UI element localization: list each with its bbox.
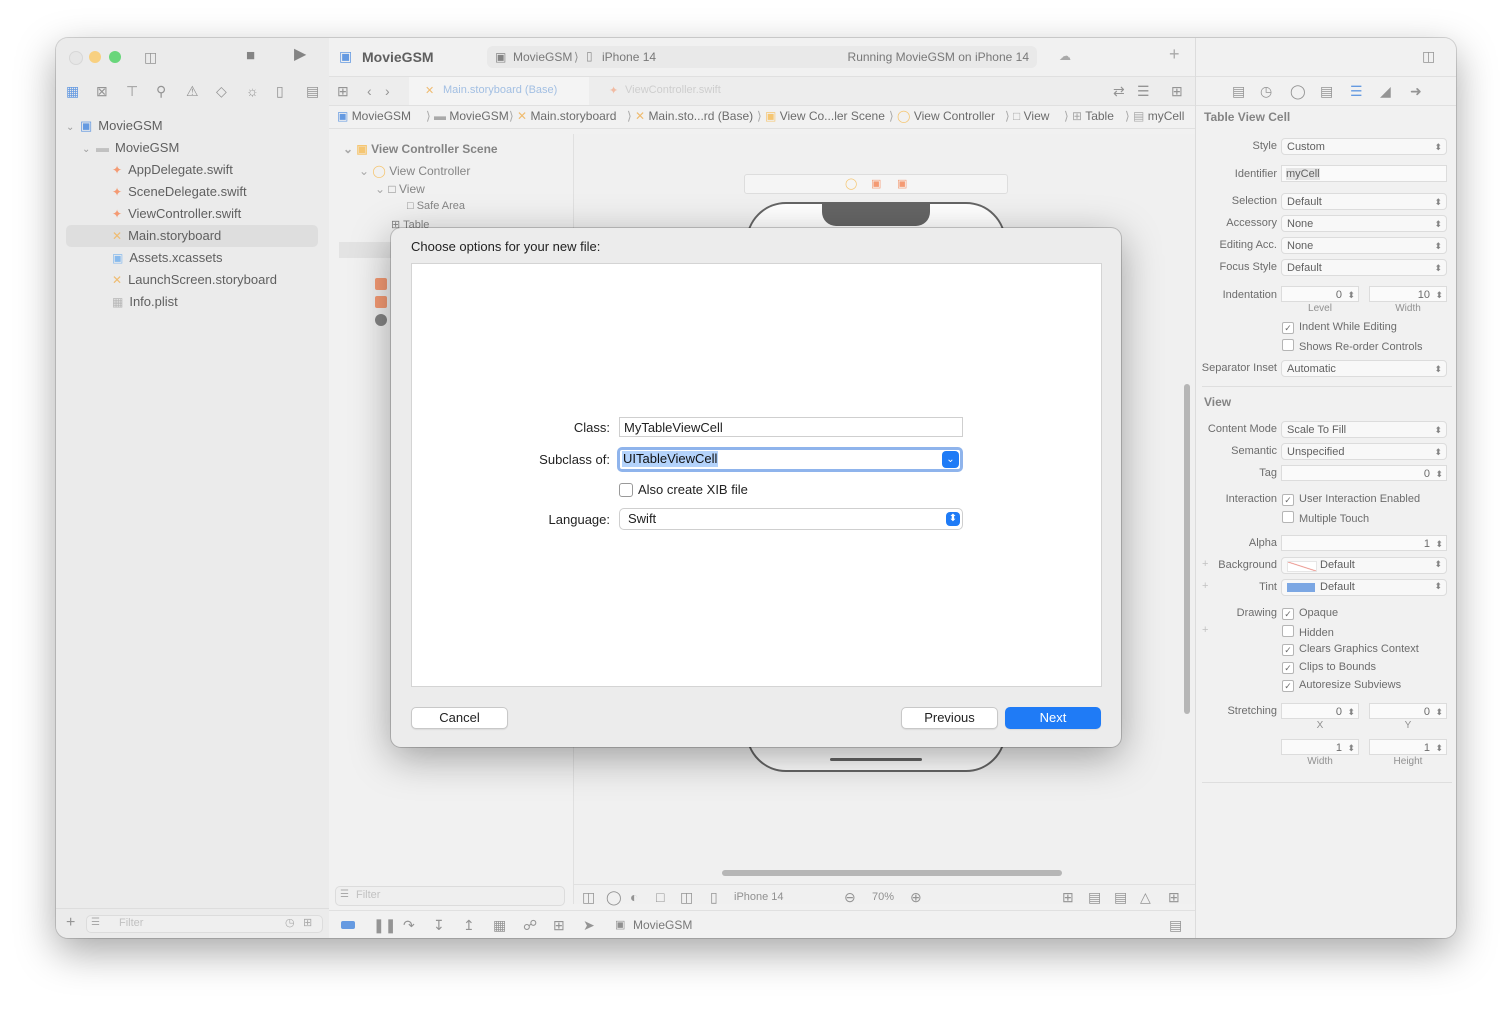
class-name-input[interactable]: MyTableViewCell [619, 417, 963, 437]
options-panel: Class: MyTableViewCell Subclass of: UITa… [411, 263, 1102, 687]
previous-button[interactable]: Previous [901, 707, 998, 729]
xib-checkbox-label: Also create XIB file [638, 482, 748, 497]
chevron-down-icon[interactable]: ⌄ [942, 451, 959, 468]
language-label: Language: [548, 512, 610, 527]
chevron-updown-icon: ⬍ [946, 512, 960, 526]
language-value: Swift [628, 511, 657, 526]
new-file-options-dialog: Choose options for your new file: Class:… [391, 228, 1121, 747]
cancel-button[interactable]: Cancel [411, 707, 508, 729]
dialog-title: Choose options for your new file: [411, 239, 601, 254]
next-button[interactable]: Next [1005, 707, 1101, 729]
class-label: Class: [573, 420, 610, 435]
subclass-value: UITableViewCell [622, 451, 719, 467]
subclass-combobox[interactable]: UITableViewCell ⌄ [617, 447, 963, 472]
language-popup[interactable]: Swift ⬍ [619, 508, 963, 530]
subclass-label: Subclass of: [539, 452, 610, 467]
xib-checkbox[interactable] [619, 483, 633, 497]
